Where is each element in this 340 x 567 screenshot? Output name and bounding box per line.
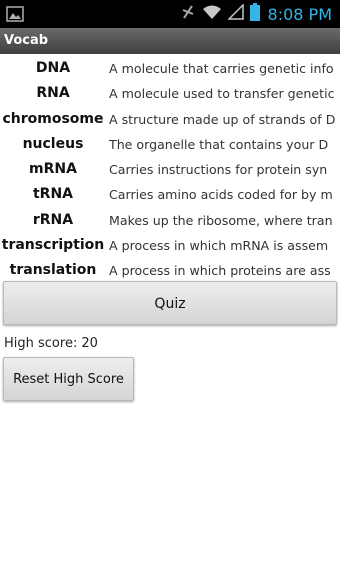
vocab-definition: A molecule that carries genetic info — [109, 61, 334, 76]
vocab-definition: Makes up the ribosome, where tran — [109, 212, 333, 228]
list-item: DNA A molecule that carries genetic info — [0, 56, 340, 81]
list-item: mRNA Carries instructions for protein sy… — [0, 157, 340, 182]
high-score: High score: 20 — [4, 336, 98, 351]
quiz-button[interactable]: Quiz — [3, 281, 337, 325]
vocab-term: rRNA — [32, 211, 74, 228]
list-item: rRNA Makes up the ribosome, where tran — [0, 208, 340, 233]
vocab-definition: A process in which proteins are ass — [109, 263, 331, 279]
status-bar: 8:08 PM — [0, 0, 340, 28]
vocab-term: RNA — [36, 85, 70, 102]
vocab-term: mRNA — [29, 161, 77, 178]
cell-signal-icon — [226, 3, 244, 24]
vocab-definition: Carries amino acids coded for by m — [109, 187, 333, 203]
vocab-definition: A structure made up of strands of D — [109, 111, 336, 127]
signal-off-icon — [180, 3, 196, 25]
vocab-term: transcription — [1, 237, 105, 254]
app-title: Vocab — [0, 28, 340, 54]
vocab-definition: A molecule used to transfer genetic — [109, 86, 335, 102]
vocab-term: DNA — [35, 60, 71, 76]
list-item: RNA A molecule used to transfer genetic — [0, 81, 340, 106]
status-clock: 8:08 PM — [267, 4, 332, 24]
image-icon — [6, 5, 24, 23]
list-item: tRNA Carries amino acids coded for by m — [0, 182, 340, 207]
vocab-definition: The organelle that contains your D — [109, 136, 329, 152]
high-score-label: High score: — [4, 336, 78, 351]
list-item: chromosome A structure made up of strand… — [0, 107, 340, 132]
list-item: translation A process in which proteins … — [0, 258, 340, 283]
vocab-term: nucleus — [22, 135, 84, 152]
reset-high-score-button[interactable]: Reset High Score — [3, 357, 134, 401]
vocab-definition: A process in which mRNA is assem — [109, 238, 329, 254]
vocab-list: DNA A molecule that carries genetic info… — [0, 56, 340, 284]
list-item: nucleus The organelle that contains your… — [0, 132, 340, 157]
high-score-value: 20 — [81, 336, 98, 351]
battery-icon — [249, 3, 260, 25]
wifi-icon — [202, 4, 222, 24]
list-item: transcription A process in which mRNA is… — [0, 233, 340, 258]
vocab-term: translation — [9, 262, 97, 279]
vocab-term: chromosome — [2, 110, 104, 127]
vocab-term: tRNA — [32, 186, 74, 203]
vocab-definition: Carries instructions for protein syn — [109, 162, 328, 178]
